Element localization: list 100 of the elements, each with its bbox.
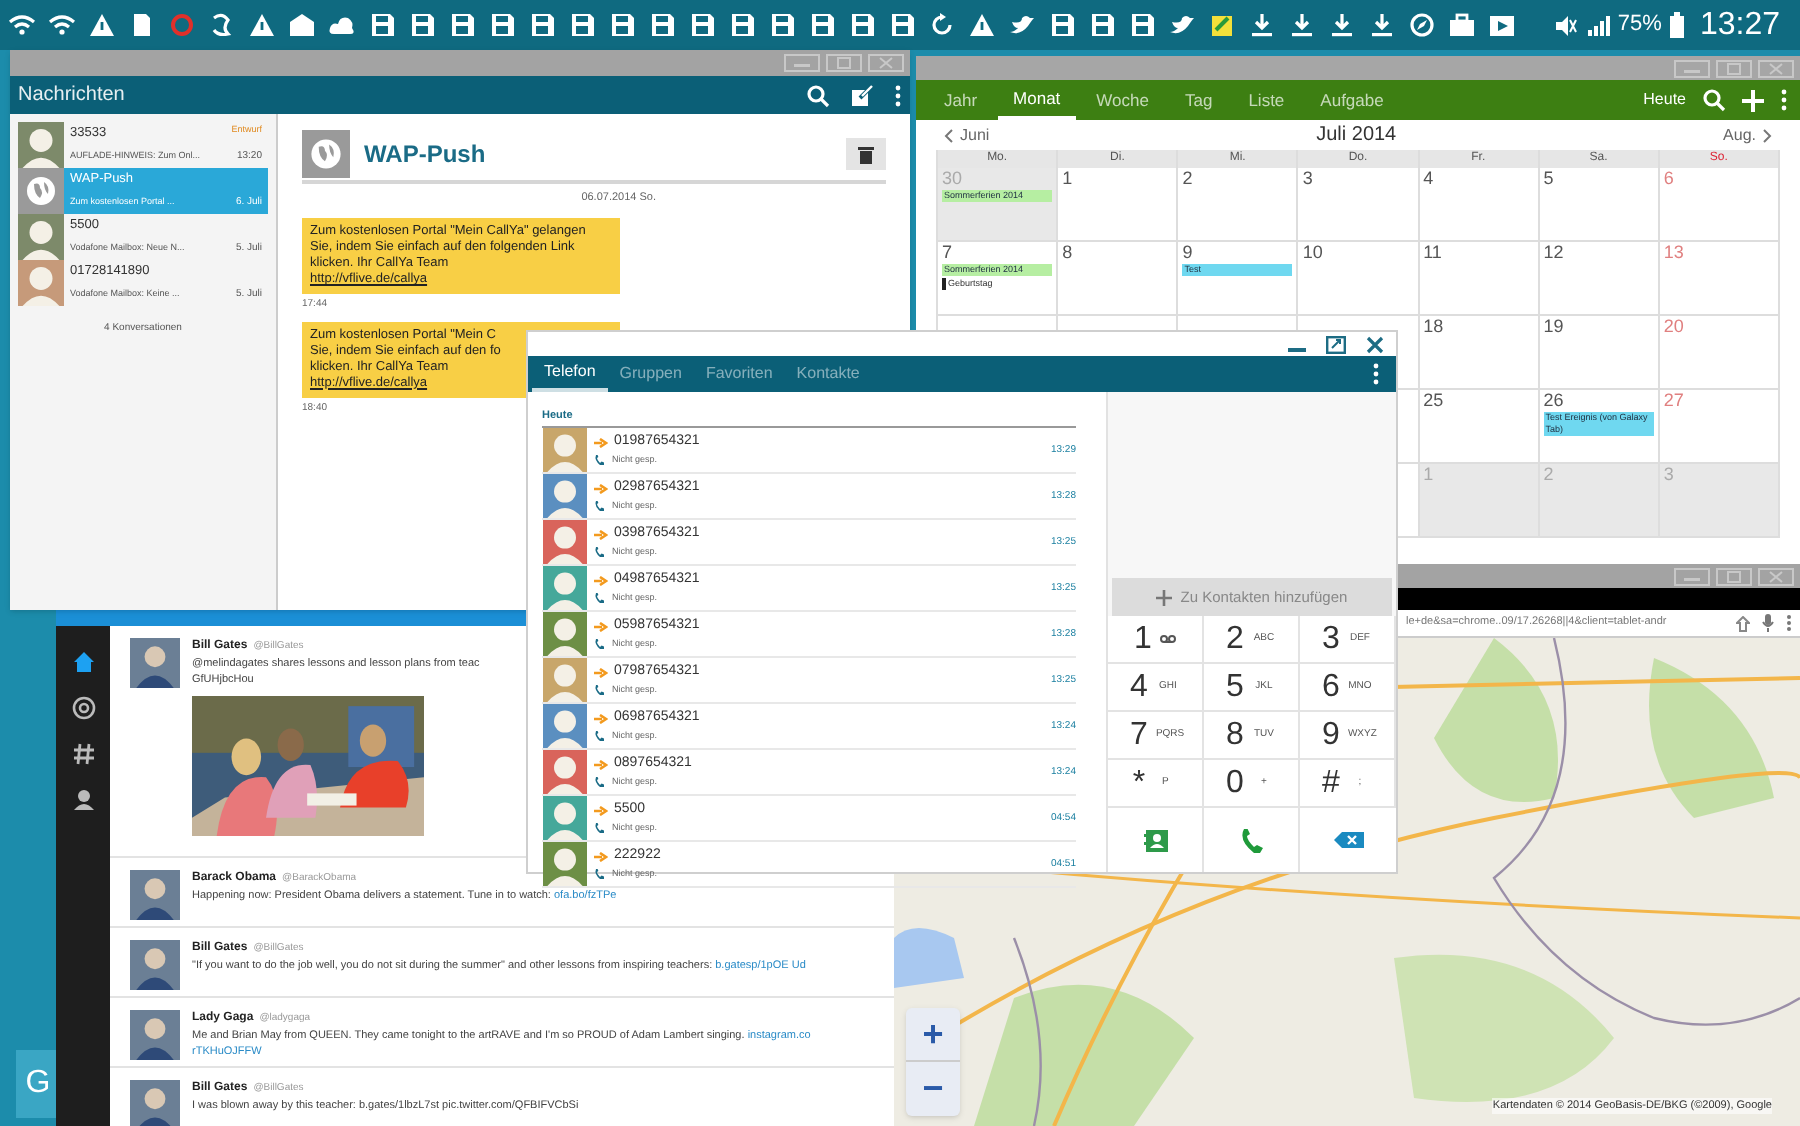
floppy-icon bbox=[728, 12, 756, 38]
search-icon[interactable] bbox=[806, 83, 830, 107]
floppy-icon bbox=[1128, 12, 1156, 38]
outgoing-arrow-icon bbox=[594, 852, 608, 862]
backspace-icon bbox=[1333, 832, 1363, 848]
floppy-icon bbox=[768, 12, 796, 38]
avatar bbox=[130, 870, 180, 920]
download-icon bbox=[1328, 12, 1356, 38]
app-title: Nachrichten bbox=[18, 82, 125, 110]
phone-icon bbox=[594, 822, 606, 835]
menu-icon[interactable] bbox=[1372, 362, 1380, 386]
avatar bbox=[18, 122, 64, 168]
floppy-icon bbox=[688, 12, 716, 38]
avatar bbox=[18, 214, 64, 260]
avatar bbox=[130, 1080, 180, 1126]
calendar-day[interactable]: 4 bbox=[1419, 168, 1540, 242]
zoom-in-button[interactable]: + bbox=[906, 1008, 960, 1062]
maximize-icon[interactable] bbox=[1326, 335, 1346, 353]
profile-icon[interactable] bbox=[71, 788, 95, 812]
compass-icon bbox=[1408, 12, 1436, 38]
doc-icon bbox=[128, 12, 156, 38]
bird-icon bbox=[1168, 12, 1196, 38]
menu-icon[interactable] bbox=[1786, 614, 1792, 632]
calendar-day[interactable]: 1 bbox=[1058, 168, 1179, 242]
play-icon bbox=[1488, 12, 1516, 38]
outgoing-arrow-icon bbox=[594, 438, 608, 448]
calendar-day[interactable]: 2 bbox=[1178, 168, 1299, 242]
avatar bbox=[130, 1010, 180, 1060]
menu-icon[interactable] bbox=[1780, 88, 1788, 112]
floppy-icon bbox=[1048, 12, 1076, 38]
phone-tab[interactable]: Telefon bbox=[532, 356, 608, 392]
hashtag-icon[interactable] bbox=[71, 742, 95, 766]
previous-month-button[interactable]: Juni bbox=[944, 123, 990, 147]
floppy-icon bbox=[888, 12, 916, 38]
floppy-icon bbox=[488, 12, 516, 38]
outgoing-arrow-icon bbox=[594, 714, 608, 724]
calendar-day[interactable]: 19 bbox=[1539, 316, 1660, 390]
floppy-icon bbox=[808, 12, 836, 38]
download-icon bbox=[1248, 12, 1276, 38]
phone-icon bbox=[594, 776, 606, 789]
contact-card-icon bbox=[1143, 829, 1167, 851]
outgoing-arrow-icon bbox=[594, 806, 608, 816]
outgoing-arrow-icon bbox=[594, 530, 608, 540]
calendar-day[interactable]: 25 bbox=[1419, 390, 1540, 464]
floppy-icon bbox=[448, 12, 476, 38]
calendar-day[interactable]: 5 bbox=[1539, 168, 1660, 242]
close-icon[interactable] bbox=[1366, 335, 1384, 353]
wifi-icon bbox=[48, 12, 76, 38]
home-icon[interactable] bbox=[71, 650, 95, 674]
note-icon bbox=[1208, 12, 1236, 38]
sync-icon bbox=[928, 12, 956, 38]
calendar-day[interactable]: 8 bbox=[1058, 242, 1179, 316]
compose-icon[interactable] bbox=[850, 83, 874, 107]
ring-icon bbox=[168, 12, 196, 38]
cloud-icon bbox=[328, 12, 356, 38]
floppy-icon bbox=[1088, 12, 1116, 38]
floppy-icon bbox=[568, 12, 596, 38]
floppy-icon bbox=[848, 12, 876, 38]
calendar-day[interactable]: 10 bbox=[1298, 242, 1420, 316]
outgoing-arrow-icon bbox=[594, 760, 608, 770]
floppy-icon bbox=[608, 12, 636, 38]
calendar-day[interactable]: 11 bbox=[1419, 242, 1540, 316]
outgoing-arrow-icon bbox=[594, 576, 608, 586]
warning-icon bbox=[88, 12, 116, 38]
floppy-icon bbox=[408, 12, 436, 38]
phone-icon bbox=[594, 592, 606, 605]
dial-key[interactable]: 1 bbox=[1108, 616, 1204, 664]
plus-icon[interactable] bbox=[1742, 89, 1764, 111]
backspace-button[interactable] bbox=[1300, 808, 1396, 872]
call-button[interactable] bbox=[1204, 808, 1300, 872]
calendar-day[interactable]: 12 bbox=[1539, 242, 1660, 316]
phone-icon bbox=[594, 684, 606, 697]
calendar-day[interactable]: 18 bbox=[1419, 316, 1540, 390]
voicemail-icon bbox=[1159, 634, 1176, 644]
chevron-right-icon bbox=[1762, 127, 1772, 143]
bag-icon bbox=[1448, 12, 1476, 38]
bird-icon bbox=[1008, 12, 1036, 38]
plus-icon bbox=[1156, 589, 1173, 605]
menu-icon[interactable] bbox=[894, 83, 902, 107]
avatar bbox=[130, 638, 180, 688]
zoom-out-button[interactable]: − bbox=[906, 1062, 960, 1116]
delete-button[interactable] bbox=[846, 138, 886, 170]
next-month-button[interactable]: Aug. bbox=[1723, 123, 1772, 147]
warning-icon bbox=[968, 12, 996, 38]
download-icon bbox=[1288, 12, 1316, 38]
floppy-icon bbox=[368, 12, 396, 38]
microphone-icon[interactable] bbox=[1762, 614, 1774, 632]
contacts-button[interactable] bbox=[1108, 808, 1204, 872]
search-icon[interactable] bbox=[1702, 88, 1726, 112]
phone-icon bbox=[594, 638, 606, 651]
warning-icon bbox=[248, 12, 276, 38]
calendar-tab[interactable]: Monat bbox=[997, 80, 1077, 120]
phone-icon bbox=[594, 868, 606, 881]
trash-icon bbox=[858, 145, 874, 163]
battery-icon bbox=[1669, 12, 1684, 38]
today-button[interactable]: Heute bbox=[1643, 88, 1686, 112]
avatar bbox=[130, 940, 180, 990]
signal-icon bbox=[1585, 13, 1610, 37]
floppy-icon bbox=[648, 12, 676, 38]
calendar-day[interactable]: 3 bbox=[1298, 168, 1420, 242]
